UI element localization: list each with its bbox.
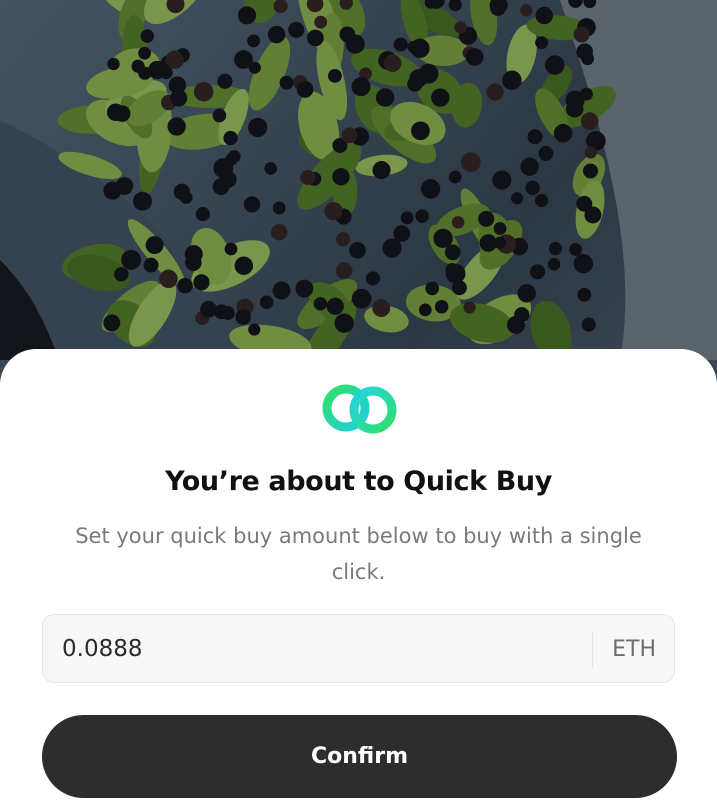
- dialog-title: You’re about to Quick Buy: [165, 466, 552, 497]
- currency-unit-label: ETH: [612, 637, 656, 662]
- amount-input[interactable]: [62, 615, 562, 684]
- confirm-button[interactable]: Confirm: [42, 715, 677, 798]
- field-divider: [592, 631, 593, 668]
- quick-buy-amount-field[interactable]: ETH: [42, 614, 675, 684]
- dialog-subtitle: Set your quick buy amount below to buy w…: [75, 524, 642, 584]
- linked-rings-logo-icon: [322, 384, 397, 434]
